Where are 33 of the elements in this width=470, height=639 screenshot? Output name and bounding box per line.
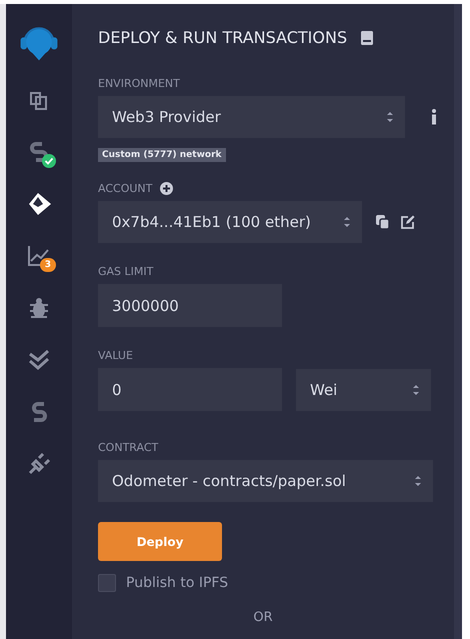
check-badge-icon — [42, 154, 56, 168]
book-icon[interactable] — [361, 30, 374, 44]
gas-limit-field[interactable]: 3000000 — [98, 284, 282, 327]
updown-icon — [415, 475, 421, 487]
panel-title: DEPLOY & RUN TRANSACTIONS — [98, 28, 348, 47]
network-tag: Custom (5777) network — [98, 148, 226, 162]
unit-select[interactable]: Wei — [296, 368, 431, 410]
info-icon[interactable] — [431, 109, 437, 125]
checkbox[interactable] — [98, 574, 116, 592]
or-divider-text: OR — [253, 610, 273, 625]
line-chart-icon[interactable] — [27, 245, 51, 267]
plug-icon[interactable] — [28, 453, 50, 475]
count-badge: 3 — [40, 258, 56, 272]
updown-icon — [387, 111, 393, 123]
field-label: ENVIRONMENT — [98, 77, 180, 90]
field-label: CONTRACT — [98, 441, 158, 454]
edit-icon[interactable] — [401, 215, 415, 229]
files-icon[interactable] — [28, 89, 50, 111]
contract-select[interactable]: Odometer - contracts/paper.sol — [98, 460, 433, 502]
double-check-icon[interactable] — [28, 349, 50, 371]
bug-icon[interactable] — [29, 297, 49, 319]
value-field[interactable]: 0 — [98, 368, 282, 411]
updown-icon — [413, 384, 419, 396]
copy-icon[interactable] — [376, 215, 389, 229]
diamond-icon[interactable] — [26, 192, 52, 216]
updown-icon — [344, 216, 350, 228]
field-label: GAS LIMIT — [98, 265, 154, 278]
environment-select[interactable]: Web3 Provider — [98, 96, 405, 138]
field-label: ACCOUNT — [98, 182, 152, 195]
checkbox-label: Publish to IPFS — [126, 575, 228, 591]
plus-icon[interactable] — [160, 182, 174, 195]
account-select[interactable]: 0x7b4...41Eb1 (100 ether) — [98, 201, 362, 243]
field-label: VALUE — [98, 349, 133, 362]
